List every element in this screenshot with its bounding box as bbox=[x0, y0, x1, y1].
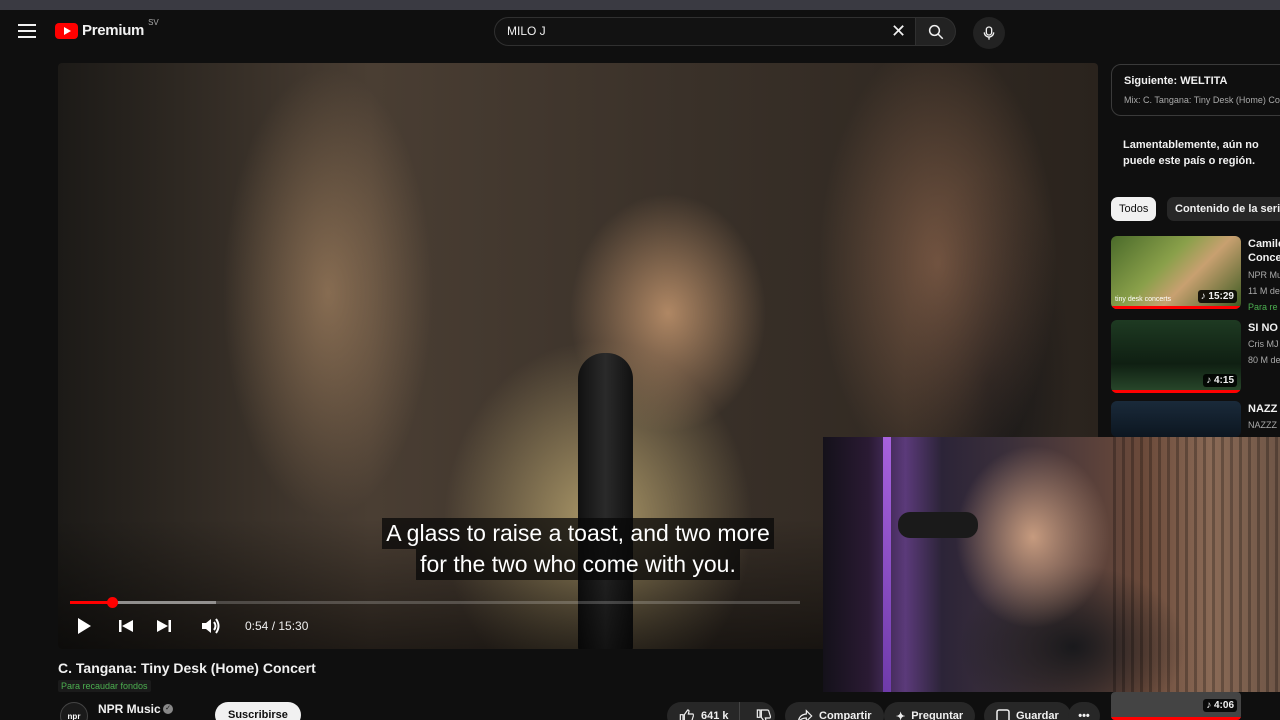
recommendation-item[interactable]: NAZZ NAZZZ bbox=[1111, 401, 1280, 437]
recommendation-item[interactable]: ♪ 4:06 bbox=[1111, 692, 1241, 720]
ask-button[interactable]: ✦ Preguntar bbox=[884, 702, 976, 720]
next-subtitle: Mix: C. Tangana: Tiny Desk (Home) Co bbox=[1124, 95, 1280, 105]
more-actions-button[interactable]: ••• bbox=[1068, 702, 1100, 720]
time-display: 0:54 / 15:30 bbox=[245, 619, 309, 633]
thumbs-down-icon bbox=[756, 709, 771, 720]
duration-badge: ♪ 4:06 bbox=[1203, 699, 1237, 712]
channel-avatar[interactable]: npr bbox=[60, 702, 88, 720]
video-title: C. Tangana: Tiny Desk (Home) Concert bbox=[58, 660, 316, 676]
play-icon bbox=[78, 618, 91, 634]
caption-line-2: for the two who come with you. bbox=[416, 549, 740, 580]
webcam-microphone bbox=[898, 512, 978, 538]
youtube-premium-logo[interactable]: Premium SV bbox=[55, 18, 159, 39]
share-label: Compartir bbox=[819, 710, 872, 720]
thumbs-up-icon bbox=[679, 709, 695, 720]
like-dislike-group: 641 k bbox=[667, 702, 775, 720]
voice-search-button[interactable] bbox=[973, 17, 1005, 49]
recommendation-views: 80 M de bbox=[1248, 355, 1280, 365]
autoplay-next-card[interactable]: Siguiente: WELTITA Mix: C. Tangana: Tiny… bbox=[1111, 64, 1280, 116]
search-icon bbox=[928, 24, 943, 39]
save-button[interactable]: Guardar bbox=[984, 702, 1071, 720]
recommendation-thumbnail: tiny desk concerts ♪ 15:29 bbox=[1111, 236, 1241, 309]
like-button[interactable]: 641 k bbox=[667, 702, 740, 720]
search-box bbox=[494, 17, 916, 46]
streamer-webcam-overlay bbox=[823, 437, 1280, 692]
recommendation-fund-tag: Para re bbox=[1248, 302, 1278, 312]
save-label: Guardar bbox=[1016, 710, 1059, 720]
recommendation-thumbnail bbox=[1111, 401, 1241, 437]
logo-region: SV bbox=[148, 18, 159, 27]
ask-label: Preguntar bbox=[911, 710, 964, 720]
youtube-play-icon bbox=[55, 22, 78, 39]
progress-played bbox=[70, 601, 113, 604]
recommendation-title: SI NO bbox=[1248, 322, 1278, 334]
duration-badge: ♪ 15:29 bbox=[1197, 290, 1237, 303]
previous-button[interactable] bbox=[116, 615, 136, 637]
volume-button[interactable] bbox=[200, 615, 222, 637]
chip-todos[interactable]: Todos bbox=[1111, 197, 1157, 221]
recommendation-channel: Cris MJ bbox=[1248, 339, 1279, 349]
recommendation-views: 11 M de bbox=[1248, 286, 1280, 296]
thumbnail-caption: tiny desk concerts bbox=[1115, 296, 1172, 303]
next-button[interactable] bbox=[154, 615, 174, 637]
share-icon bbox=[798, 709, 813, 720]
volume-icon bbox=[202, 618, 220, 634]
progress-bar[interactable] bbox=[70, 597, 800, 608]
recommendation-title-line2: Conce bbox=[1248, 252, 1280, 264]
duration-badge: ♪ 4:15 bbox=[1203, 374, 1237, 387]
share-button[interactable]: Compartir bbox=[785, 702, 884, 720]
recommendation-item[interactable]: tiny desk concerts ♪ 15:29 Camilo Conce … bbox=[1111, 236, 1280, 312]
watched-bar bbox=[1111, 306, 1241, 309]
skip-next-icon bbox=[157, 620, 171, 632]
subscribe-button[interactable]: Suscribirse bbox=[215, 702, 301, 720]
logo-text: Premium bbox=[82, 22, 145, 39]
recommendation-channel: NPR Mu bbox=[1248, 270, 1280, 280]
search-button[interactable] bbox=[916, 17, 956, 46]
more-icon: ••• bbox=[1078, 710, 1090, 720]
channel-name[interactable]: NPR Music bbox=[98, 702, 161, 716]
watched-bar bbox=[1111, 390, 1241, 393]
save-playlist-icon bbox=[996, 709, 1010, 720]
caption-line-1: A glass to raise a toast, and two more bbox=[382, 518, 774, 549]
play-button[interactable] bbox=[74, 615, 94, 637]
recommendation-channel: NAZZZ bbox=[1248, 420, 1277, 430]
recommendation-title: NAZZ bbox=[1248, 403, 1278, 415]
recommendation-thumbnail: ♪ 4:15 bbox=[1111, 320, 1241, 393]
chip-series-content[interactable]: Contenido de la serie bbox=[1167, 197, 1280, 221]
recommendation-title: Camilo bbox=[1248, 238, 1280, 250]
region-message: Lamentablemente, aún no puede este país … bbox=[1123, 139, 1259, 167]
sparkle-icon: ✦ bbox=[896, 710, 906, 720]
next-title: Siguiente: WELTITA bbox=[1124, 75, 1228, 87]
verified-icon: ✓ bbox=[163, 704, 173, 714]
captions: A glass to raise a toast, and two more f… bbox=[358, 518, 798, 580]
clear-search-icon[interactable]: ✕ bbox=[891, 22, 906, 40]
recommendation-item[interactable]: ♪ 4:15 SI NO Cris MJ 80 M de bbox=[1111, 320, 1280, 395]
search-input[interactable] bbox=[507, 24, 867, 38]
menu-icon[interactable] bbox=[18, 24, 36, 40]
skip-previous-icon bbox=[119, 620, 133, 632]
microphone-icon bbox=[983, 26, 995, 40]
browser-top-strip bbox=[0, 0, 1280, 10]
like-count: 641 k bbox=[701, 710, 729, 720]
fundraising-tag[interactable]: Para recaudar fondos bbox=[58, 680, 151, 692]
dislike-button[interactable] bbox=[746, 702, 782, 720]
